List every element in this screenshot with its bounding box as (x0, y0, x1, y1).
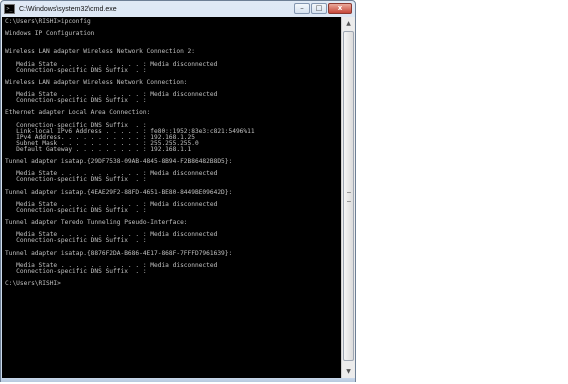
console-line: Tunnel adapter Teredo Tunneling Pseudo-I… (5, 219, 188, 227)
scroll-up-icon[interactable]: ▲ (343, 18, 354, 29)
minimize-button[interactable]: – (294, 3, 310, 14)
console-line: Ethernet adapter Local Area Connection: (5, 109, 151, 117)
console-line: Default Gateway . . . . . . . . . : 192.… (5, 145, 192, 153)
console-line: Wireless LAN adapter Wireless Network Co… (5, 48, 195, 56)
console-line: Connection-specific DNS Suffix . : (5, 176, 147, 184)
title-bar[interactable]: >_ C:\Windows\system32\cmd.exe – □ x (1, 1, 355, 17)
window-title: C:\Windows\system32\cmd.exe (19, 5, 117, 13)
scroll-down-icon[interactable]: ▼ (343, 366, 354, 377)
console-line: Tunnel adapter isatap.{8876F2DA-B686-4E1… (5, 249, 233, 257)
console-line: Connection-specific DNS Suffix . : (5, 267, 147, 275)
maximize-button[interactable]: □ (311, 3, 327, 14)
console-line: Connection-specific DNS Suffix . : (5, 97, 147, 105)
window-controls: – □ x (294, 3, 352, 14)
console-line: Windows IP Configuration (5, 30, 95, 38)
console-line: Connection-specific DNS Suffix . : (5, 237, 147, 245)
close-button[interactable]: x (328, 3, 352, 14)
console-line: Connection-specific DNS Suffix . : (5, 206, 147, 214)
console-line: Wireless LAN adapter Wireless Network Co… (5, 78, 188, 86)
console-line: Tunnel adapter isatap.{29DF7538-09AB-484… (5, 158, 233, 166)
scrollbar-grip-icon (347, 192, 351, 202)
console-line: C:\Users\RISHI> (5, 280, 61, 288)
console-line: Tunnel adapter isatap.{4EAE29F2-88FD-465… (5, 188, 233, 196)
console-text: C:\Users\RISHI>ipconfig Windows IP Confi… (2, 17, 341, 287)
cmd-window: >_ C:\Windows\system32\cmd.exe – □ x C:\… (0, 0, 356, 382)
console-line: C:\Users\RISHI>ipconfig (5, 18, 91, 25)
console-output[interactable]: C:\Users\RISHI>ipconfig Windows IP Confi… (2, 17, 341, 378)
console-line: Connection-specific DNS Suffix . : (5, 66, 147, 74)
vertical-scrollbar[interactable]: ▲ ▼ (341, 17, 355, 378)
scrollbar-thumb[interactable] (343, 31, 354, 361)
cmd-icon[interactable]: >_ (4, 4, 15, 14)
window-bottom-border (1, 378, 355, 382)
